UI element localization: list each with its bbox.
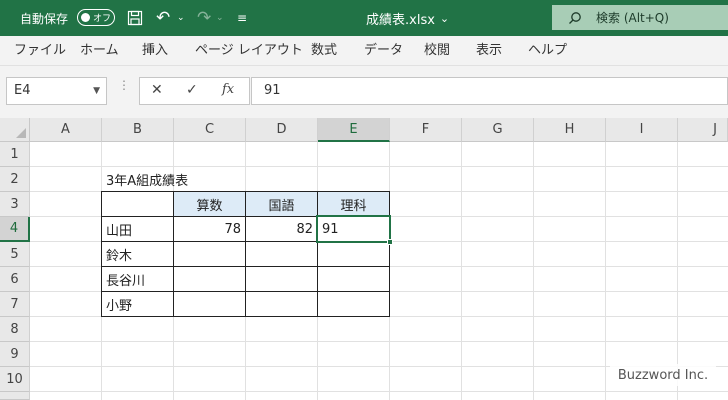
formula-input[interactable]: 91 [251, 77, 728, 105]
autosave-toggle[interactable]: オフ [77, 9, 115, 26]
gridline [30, 341, 728, 342]
table-border [317, 191, 318, 317]
search-box[interactable]: 検索 (Alt+Q) [552, 5, 728, 30]
row-header-11[interactable] [0, 392, 30, 400]
table-title[interactable]: 3年A組成績表 [102, 167, 192, 191]
chevron-down-icon: ⌄ [439, 11, 450, 25]
search-placeholder: 検索 (Alt+Q) [596, 11, 669, 25]
row-header-8[interactable]: 8 [0, 317, 30, 342]
column-header-i[interactable]: I [606, 118, 678, 142]
column-header-g[interactable]: G [462, 118, 534, 142]
customize-toolbar-icon[interactable]: ≡ [237, 0, 247, 36]
file-name[interactable]: 成績表.xlsx ⌄ [366, 0, 449, 36]
formula-bar-area: E4 ▼ ⋮ ✕ ✓ fx 91 [0, 66, 728, 118]
table-border [173, 191, 174, 317]
name-box[interactable]: E4 ▼ [6, 77, 107, 105]
row-header-6[interactable]: 6 [0, 267, 30, 292]
redo-icon[interactable]: ↷ [197, 0, 211, 36]
name-box-value: E4 [14, 83, 31, 98]
cancel-icon[interactable]: ✕ [151, 82, 163, 98]
active-cell-selection [316, 215, 391, 243]
student-name[interactable]: 山田 [102, 217, 173, 241]
table-border [245, 191, 246, 317]
redo-dropdown-icon[interactable]: ⌄ [216, 0, 224, 36]
row-header-2[interactable]: 2 [0, 167, 30, 192]
search-icon [569, 11, 581, 24]
row-header-1[interactable]: 1 [0, 142, 30, 167]
row-header-5[interactable]: 5 [0, 242, 30, 267]
tab-formulas[interactable]: 数式 [311, 36, 337, 66]
select-all-button[interactable] [0, 118, 30, 142]
tab-view[interactable]: 表示 [476, 36, 502, 66]
formula-bar-grip-icon: ⋮ [118, 78, 130, 92]
tab-help[interactable]: ヘルプ [528, 36, 567, 66]
header-math[interactable]: 算数 [174, 192, 245, 216]
chevron-down-icon[interactable]: ▼ [93, 78, 100, 104]
student-name[interactable]: 小野 [102, 292, 173, 316]
row-header-7[interactable]: 7 [0, 292, 30, 317]
column-header-c[interactable]: C [174, 118, 246, 142]
insert-function-icon[interactable]: fx [222, 82, 234, 97]
title-bar: 自動保存 オフ ↶ ⌄ ↷ ⌄ ≡ 成績表.xlsx ⌄ 検索 (Alt+Q) [0, 0, 728, 36]
row-header-10[interactable]: 10 [0, 367, 30, 392]
row-header-4[interactable]: 4 [0, 217, 30, 242]
column-header-j[interactable]: J [678, 118, 728, 142]
gridline [605, 142, 606, 400]
gridline [533, 142, 534, 400]
tab-data[interactable]: データ [364, 36, 403, 66]
column-header-a[interactable]: A [30, 118, 102, 142]
undo-dropdown-icon[interactable]: ⌄ [177, 0, 185, 36]
header-science[interactable]: 理科 [318, 192, 389, 216]
autosave-label: 自動保存 [20, 11, 69, 26]
ribbon-tabs: ファイル ホーム 挿入 ページ レイアウト 数式 データ 校閲 表示 ヘルプ [0, 36, 728, 66]
gridline [30, 391, 728, 392]
row-header-9[interactable]: 9 [0, 342, 30, 367]
save-icon[interactable] [127, 0, 143, 36]
row-header-3[interactable]: 3 [0, 192, 30, 217]
tab-file[interactable]: ファイル [14, 36, 66, 66]
table-border [389, 191, 390, 317]
tab-insert[interactable]: 挿入 [142, 36, 168, 66]
undo-icon[interactable]: ↶ [156, 0, 170, 36]
gridline [461, 142, 462, 400]
score-cell[interactable]: 78 [174, 217, 245, 241]
table-border [101, 191, 102, 317]
tab-page-layout[interactable]: ページ レイアウト [195, 36, 303, 66]
worksheet[interactable]: A B C D E F G H I J 1 2 3 4 5 6 7 8 9 10… [0, 118, 728, 400]
fill-handle[interactable] [387, 239, 393, 245]
column-header-d[interactable]: D [246, 118, 318, 142]
gridline [677, 142, 678, 400]
file-name-text: 成績表.xlsx [366, 12, 435, 28]
enter-check-icon[interactable]: ✓ [186, 82, 198, 98]
column-header-e[interactable]: E [318, 118, 390, 142]
score-cell[interactable]: 82 [246, 217, 317, 241]
column-header-b[interactable]: B [102, 118, 174, 142]
tab-home[interactable]: ホーム [80, 36, 119, 66]
autosave-state: オフ [93, 14, 112, 24]
column-header-f[interactable]: F [390, 118, 462, 142]
student-name[interactable]: 長谷川 [102, 267, 173, 291]
header-japanese[interactable]: 国語 [246, 192, 317, 216]
watermark: Buzzword Inc. [610, 364, 716, 386]
tab-review[interactable]: 校閲 [424, 36, 450, 66]
student-name[interactable]: 鈴木 [102, 242, 173, 266]
toggle-knob [81, 13, 90, 22]
column-header-h[interactable]: H [534, 118, 606, 142]
formula-tools: ✕ ✓ fx [139, 77, 250, 105]
